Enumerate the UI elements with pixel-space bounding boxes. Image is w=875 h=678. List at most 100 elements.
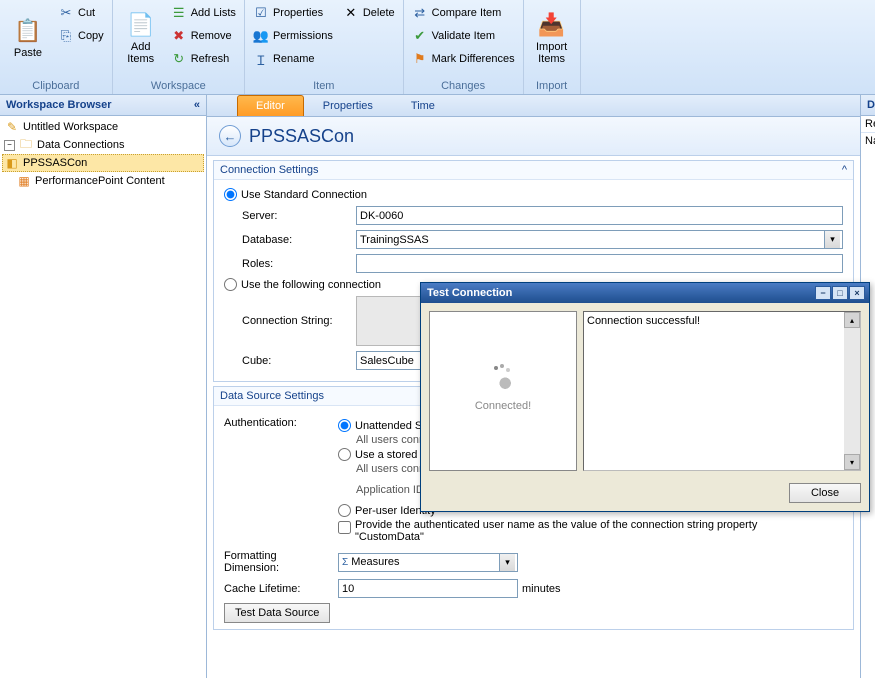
workspace-header: Workspace Browser « [0,95,206,116]
dialog-message-pane: Connection successful! ▴▾ [583,311,861,471]
add-lists-button[interactable]: ☰Add Lists [167,2,240,24]
tab-properties[interactable]: Properties [304,95,392,116]
group-label-workspace: Workspace [117,78,240,94]
group-label-changes: Changes [408,78,519,94]
paste-label: Paste [14,47,42,59]
sigma-icon: Σ [342,557,348,568]
roles-label: Roles: [242,258,352,270]
tree-item-ppssascon[interactable]: ◧ PPSSASCon [2,154,204,172]
permissions-icon: 👥 [253,28,269,44]
list-icon: ▦ [16,173,32,189]
tab-time[interactable]: Time [392,95,454,116]
dialog-maximize-button[interactable]: □ [832,286,848,300]
import-items-button[interactable]: 📥 Import Items [528,2,576,72]
properties-icon: ☑ [253,5,269,21]
delete-icon: ✕ [343,5,359,21]
dialog-status-pane: Connected! [429,311,577,471]
group-label-clipboard: Clipboard [4,78,108,94]
ribbon-group-changes: ⇄Compare Item ✔Validate Item ⚑Mark Diffe… [404,0,524,94]
cache-unit: minutes [522,583,561,595]
paste-icon: 📋 [12,15,44,47]
database-label: Database: [242,234,352,246]
copy-icon: ⎘ [58,28,74,44]
folder-icon: 🗀 [18,137,34,153]
database-select[interactable]: TrainingSSAS [356,230,843,249]
dialog-status-text: Connected! [475,400,531,412]
ribbon-group-item: ☑Properties 👥Permissions ＩRename ✕Delete… [245,0,404,94]
properties-button[interactable]: ☑Properties [249,2,337,24]
formatting-dimension-select[interactable]: Σ Measures [338,553,518,572]
chevron-up-icon: ^ [842,164,847,176]
workspace-tree: ✎ Untitled Workspace − 🗀 Data Connection… [0,116,206,192]
details-name-col: Name [861,132,875,149]
rename-button[interactable]: ＩRename [249,48,337,70]
dialog-close-footer-button[interactable]: Close [789,483,861,503]
remove-button[interactable]: ✖Remove [167,25,240,47]
rename-icon: Ｉ [253,51,269,67]
compare-item-button[interactable]: ⇄Compare Item [408,2,519,24]
roles-input[interactable] [356,254,843,273]
compare-icon: ⇄ [412,5,428,21]
tree-root[interactable]: ✎ Untitled Workspace [2,118,204,136]
page-title-bar: ← PPSSASCon [207,117,860,156]
spinner-icon [492,370,514,392]
datasource-icon: ◧ [4,155,20,171]
remove-icon: ✖ [171,28,187,44]
group-label-import: Import [528,78,576,94]
delete-button[interactable]: ✕Delete [339,2,399,24]
refresh-icon: ↻ [171,51,187,67]
dialog-close-button[interactable]: × [849,286,865,300]
auth-label: Authentication: [224,417,334,429]
permissions-button[interactable]: 👥Permissions [249,25,337,47]
radio-standard-input[interactable] [224,188,237,201]
tree-data-connections[interactable]: − 🗀 Data Connections [2,136,204,154]
details-header: Details [861,95,875,116]
copy-button[interactable]: ⎘Copy [54,25,108,47]
dialog-title: Test Connection [427,287,512,299]
tree-toggle[interactable]: − [4,140,15,151]
radio-following-input[interactable] [224,278,237,291]
dialog-minimize-button[interactable]: − [815,286,831,300]
add-lists-icon: ☰ [171,5,187,21]
test-connection-dialog: Test Connection − □ × Connected! Connect… [420,282,870,512]
paste-button[interactable]: 📋 Paste [4,2,52,72]
import-icon: 📥 [536,9,568,41]
mark-differences-button[interactable]: ⚑Mark Differences [408,48,519,70]
editor-tabs: Editor Properties Time [207,95,860,117]
cut-button[interactable]: ✂Cut [54,2,108,24]
ribbon-group-workspace: 📄 Add Items ☰Add Lists ✖Remove ↻Refresh … [113,0,245,94]
refresh-button[interactable]: ↻Refresh [167,48,240,70]
validate-item-button[interactable]: ✔Validate Item [408,25,519,47]
cut-icon: ✂ [58,5,74,21]
back-button[interactable]: ← [219,125,241,147]
cache-input[interactable] [338,579,518,598]
checkbox-customdata[interactable]: Provide the authenticated user name as t… [338,519,843,543]
fmt-label: Formatting Dimension: [224,550,334,574]
ribbon-group-import: 📥 Import Items Import [524,0,581,94]
workspace-browser: Workspace Browser « ✎ Untitled Workspace… [0,95,207,678]
ribbon: 📋 Paste ✂Cut ⎘Copy Clipboard 📄 Add Items… [0,0,875,95]
server-input[interactable] [356,206,843,225]
mark-icon: ⚑ [412,51,428,67]
cache-label: Cache Lifetime: [224,583,334,595]
tab-editor[interactable]: Editor [237,95,304,116]
cube-label: Cube: [242,355,352,367]
ribbon-group-clipboard: 📋 Paste ✂Cut ⎘Copy Clipboard [0,0,113,94]
radio-use-standard[interactable]: Use Standard Connection [224,188,843,201]
dialog-scrollbar[interactable]: ▴▾ [844,312,860,470]
details-related: Related [861,116,875,132]
server-label: Server: [242,210,352,222]
collapse-button[interactable]: « [194,99,200,111]
group-label-item: Item [249,78,399,94]
connstr-label: Connection String: [242,315,352,327]
test-data-source-button[interactable]: Test Data Source [224,603,330,623]
connection-settings-header[interactable]: Connection Settings ^ [214,161,853,180]
workspace-icon: ✎ [4,119,20,135]
add-items-icon: 📄 [125,9,157,41]
tree-pp-content[interactable]: ▦ PerformancePoint Content [2,172,204,190]
dialog-message: Connection successful! [587,315,700,327]
dialog-titlebar[interactable]: Test Connection − □ × [421,283,869,303]
validate-icon: ✔ [412,28,428,44]
page-title: PPSSASCon [249,126,354,147]
add-items-button[interactable]: 📄 Add Items [117,2,165,72]
